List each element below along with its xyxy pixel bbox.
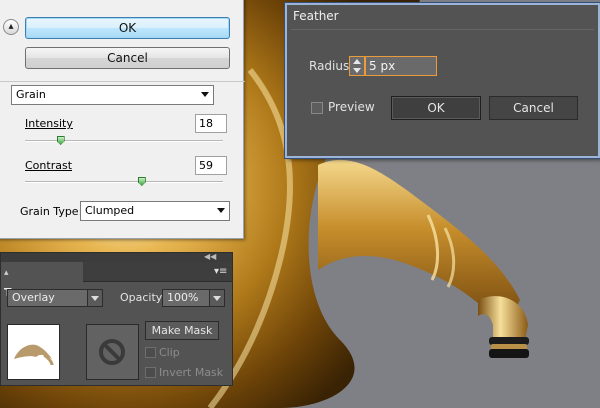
- radius-input[interactable]: 5 px: [365, 56, 437, 76]
- collapse-arrows-icon[interactable]: ▴: [3, 19, 19, 35]
- no-mask-icon: [99, 339, 125, 365]
- grain-type-value: Clumped: [85, 204, 135, 217]
- chevron-down-icon: [217, 208, 225, 213]
- horn-thumbnail-icon: [14, 344, 54, 366]
- invert-mask-label: Invert Mask: [159, 366, 224, 379]
- dialog-title: Feather: [293, 9, 339, 23]
- grain-filter-dialog: ▴ OK Cancel Grain Intensity 18 Contrast …: [0, 0, 245, 239]
- blend-mode-value: Overlay: [12, 291, 55, 304]
- contrast-slider-thumb[interactable]: [137, 177, 146, 186]
- filter-select-value: Grain: [16, 88, 46, 101]
- opacity-value: 100%: [167, 291, 199, 304]
- feather-ok-button[interactable]: OK: [391, 96, 481, 120]
- intensity-slider-track[interactable]: [25, 140, 223, 142]
- object-thumbnail[interactable]: [7, 324, 60, 380]
- radius-label: Radius:: [309, 59, 354, 73]
- filter-select[interactable]: Grain: [11, 85, 214, 105]
- transparency-panel: ◀◀ ▴ Transparency ▾≡ Overlay Opacity: 10…: [0, 252, 233, 386]
- intensity-label: Intensity: [25, 117, 73, 130]
- clip-label: Clip: [159, 346, 180, 359]
- chevron-down-icon: [87, 290, 102, 306]
- chevron-down-icon: [201, 92, 209, 97]
- make-mask-button[interactable]: Make Mask: [145, 321, 219, 340]
- grain-type-select[interactable]: Clumped: [80, 201, 230, 221]
- spin-up-icon[interactable]: [353, 59, 361, 64]
- clip-checkbox[interactable]: [145, 347, 156, 358]
- opacity-label: Opacity:: [120, 291, 166, 304]
- blend-mode-select[interactable]: Overlay: [7, 289, 103, 307]
- spin-arrows-icon[interactable]: [349, 56, 365, 76]
- intensity-input[interactable]: 18: [195, 114, 227, 133]
- opacity-select[interactable]: 100%: [162, 289, 225, 307]
- spin-down-icon[interactable]: [353, 68, 361, 73]
- tab-transparency[interactable]: ▴ Transparency: [1, 262, 87, 299]
- contrast-label: Contrast: [25, 159, 73, 172]
- invert-mask-checkbox[interactable]: [145, 367, 156, 378]
- contrast-input[interactable]: 59: [195, 156, 227, 175]
- panel-collapse-icon[interactable]: ◀◀: [204, 252, 216, 261]
- panel-top-bar: ◀◀: [1, 252, 232, 262]
- preview-checkbox[interactable]: [311, 102, 323, 114]
- divider: [0, 81, 245, 82]
- chevron-down-icon: [209, 290, 224, 306]
- grain-type-label: Grain Type:: [20, 205, 83, 218]
- feather-dialog-body: Radius: 5 px Preview OK Cancel: [291, 29, 594, 154]
- panel-menu-icon[interactable]: ▾≡: [214, 266, 227, 277]
- grain-ok-button[interactable]: OK: [25, 17, 230, 39]
- preview-label: Preview: [328, 100, 375, 114]
- feather-dialog: Feather Radius: 5 px Preview OK Cancel: [285, 3, 600, 158]
- mask-thumbnail[interactable]: [86, 324, 139, 380]
- tab-arrows-icon: ▴: [4, 268, 9, 278]
- intensity-slider-thumb[interactable]: [56, 136, 65, 145]
- grain-cancel-button[interactable]: Cancel: [25, 47, 230, 69]
- feather-cancel-button[interactable]: Cancel: [489, 96, 578, 120]
- contrast-slider-track[interactable]: [25, 181, 223, 183]
